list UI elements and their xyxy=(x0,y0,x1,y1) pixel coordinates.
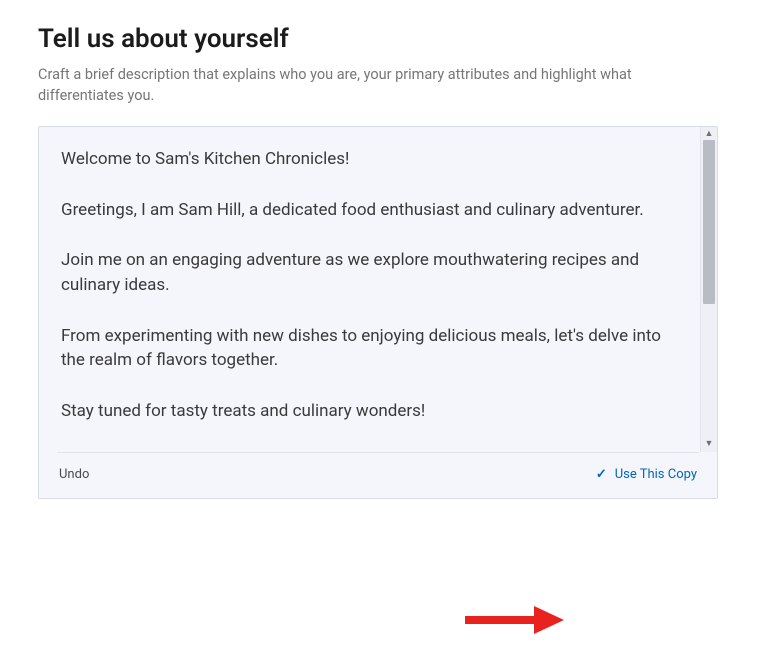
use-this-copy-button[interactable]: ✓ Use This Copy xyxy=(596,467,697,482)
editor-paragraph: Join me on an engaging adventure as we e… xyxy=(61,248,678,297)
scrollbar[interactable]: ▲ ▼ xyxy=(700,127,717,451)
description-editor[interactable]: Welcome to Sam's Kitchen Chronicles! Gre… xyxy=(39,127,700,451)
page-subtitle: Craft a brief description that explains … xyxy=(38,64,678,106)
scroll-thumb[interactable] xyxy=(703,140,715,304)
editor-wrap: Welcome to Sam's Kitchen Chronicles! Gre… xyxy=(39,127,717,451)
editor-paragraph: Stay tuned for tasty treats and culinary… xyxy=(61,399,678,424)
scroll-up-icon[interactable]: ▲ xyxy=(705,130,714,139)
editor-paragraph: Greetings, I am Sam Hill, a dedicated fo… xyxy=(61,198,678,223)
annotation-arrow-icon xyxy=(460,600,570,640)
description-card: Welcome to Sam's Kitchen Chronicles! Gre… xyxy=(38,126,718,498)
undo-button[interactable]: Undo xyxy=(59,467,89,482)
check-icon: ✓ xyxy=(596,467,607,482)
editor-paragraph: From experimenting with new dishes to en… xyxy=(61,324,678,373)
card-footer: Undo ✓ Use This Copy xyxy=(57,452,699,498)
scroll-down-icon[interactable]: ▼ xyxy=(705,440,714,449)
editor-paragraph: Welcome to Sam's Kitchen Chronicles! xyxy=(61,147,678,172)
scroll-track[interactable] xyxy=(701,140,717,438)
use-copy-label: Use This Copy xyxy=(615,467,697,482)
page-title: Tell us about yourself xyxy=(38,24,722,54)
